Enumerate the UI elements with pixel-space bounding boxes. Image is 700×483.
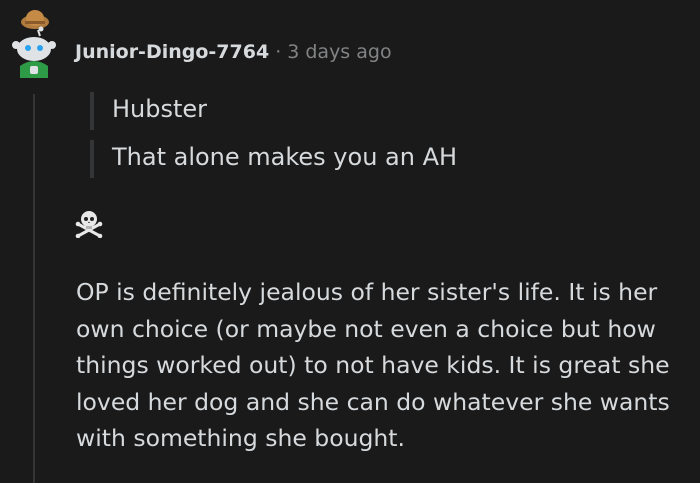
- comment-body: OP is definitely jealous of her sister's…: [76, 278, 670, 452]
- skull-crossbones-icon: [74, 208, 104, 239]
- quote-text: That alone makes you an AH: [112, 143, 458, 171]
- comment: Junior-Dingo-7764 · 3 days ago Hubster Tha…: [0, 0, 700, 483]
- blockquote: Hubster: [90, 92, 208, 130]
- separator-dot: ·: [275, 41, 282, 63]
- quote-text: Hubster: [112, 95, 208, 123]
- comment-header: Junior-Dingo-7764 · 3 days ago: [75, 38, 392, 66]
- thread-collapse-line[interactable]: [33, 94, 35, 483]
- timestamp[interactable]: 3 days ago: [287, 41, 391, 63]
- username-link[interactable]: Junior-Dingo-7764: [75, 41, 269, 63]
- avatar[interactable]: [8, 8, 58, 78]
- blockquote: That alone makes you an AH: [90, 140, 458, 178]
